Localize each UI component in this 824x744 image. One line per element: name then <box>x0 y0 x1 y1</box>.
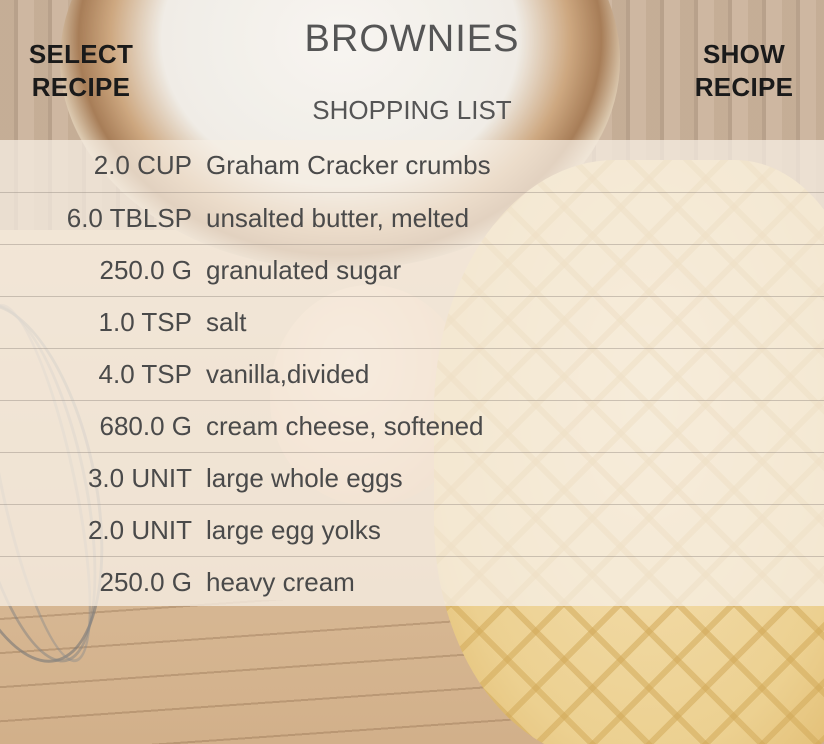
ingredient-quantity: 250.0 G <box>99 255 192 285</box>
ingredient-quantity: 3.0 UNIT <box>87 463 192 493</box>
list-item[interactable]: 250.0 G heavy cream <box>0 556 824 608</box>
page-subtitle: SHOPPING LIST <box>312 95 512 125</box>
ingredient-quantity: 2.0 UNIT <box>87 515 192 545</box>
ingredient-quantity: 2.0 CUP <box>93 150 192 180</box>
select-recipe-label-line1: SELECT <box>28 39 134 69</box>
show-recipe-label-line1: SHOW <box>702 39 786 69</box>
ingredient-quantity: 1.0 TSP <box>98 307 192 337</box>
ingredient-name: unsalted butter, melted <box>206 203 470 233</box>
ingredient-quantity: 4.0 TSP <box>98 359 192 389</box>
select-recipe-label-line2: RECIPE <box>31 72 131 102</box>
list-item[interactable]: 2.0 UNIT large egg yolks <box>0 504 824 556</box>
shopping-list: 2.0 CUP Graham Cracker crumbs 6.0 TBLSP … <box>0 140 824 606</box>
list-item[interactable]: 1.0 TSP salt <box>0 296 824 348</box>
show-recipe-label-line2: RECIPE <box>694 72 794 102</box>
ingredient-name: Graham Cracker crumbs <box>206 150 491 180</box>
ingredient-name: heavy cream <box>206 567 355 597</box>
ingredient-quantity: 680.0 G <box>99 411 192 441</box>
ingredient-name: salt <box>206 307 247 337</box>
app-screen: SELECT RECIPE BROWNIES SHOPPING LIST SHO… <box>0 0 824 744</box>
select-recipe-button[interactable]: SELECT RECIPE <box>11 38 151 104</box>
show-recipe-button[interactable]: SHOW RECIPE <box>674 38 814 104</box>
list-item[interactable]: 3.0 UNIT large whole eggs <box>0 452 824 504</box>
ingredient-name: large whole eggs <box>206 463 403 493</box>
list-item[interactable]: 6.0 TBLSP unsalted butter, melted <box>0 192 824 244</box>
ingredient-name: large egg yolks <box>206 515 381 545</box>
ingredient-name: vanilla,divided <box>206 359 370 389</box>
header-bar: SELECT RECIPE BROWNIES SHOPPING LIST SHO… <box>0 0 824 140</box>
ingredient-quantity: 250.0 G <box>99 567 192 597</box>
recipe-title: BROWNIES <box>304 18 520 60</box>
list-item[interactable]: 4.0 TSP vanilla,divided <box>0 348 824 400</box>
ingredient-name: granulated sugar <box>206 255 402 285</box>
ingredient-name: cream cheese, softened <box>206 411 484 441</box>
list-item[interactable]: 680.0 G cream cheese, softened <box>0 400 824 452</box>
list-item[interactable]: 250.0 G granulated sugar <box>0 244 824 296</box>
ingredient-quantity: 6.0 TBLSP <box>66 203 192 233</box>
list-item[interactable]: 2.0 CUP Graham Cracker crumbs <box>0 140 824 192</box>
